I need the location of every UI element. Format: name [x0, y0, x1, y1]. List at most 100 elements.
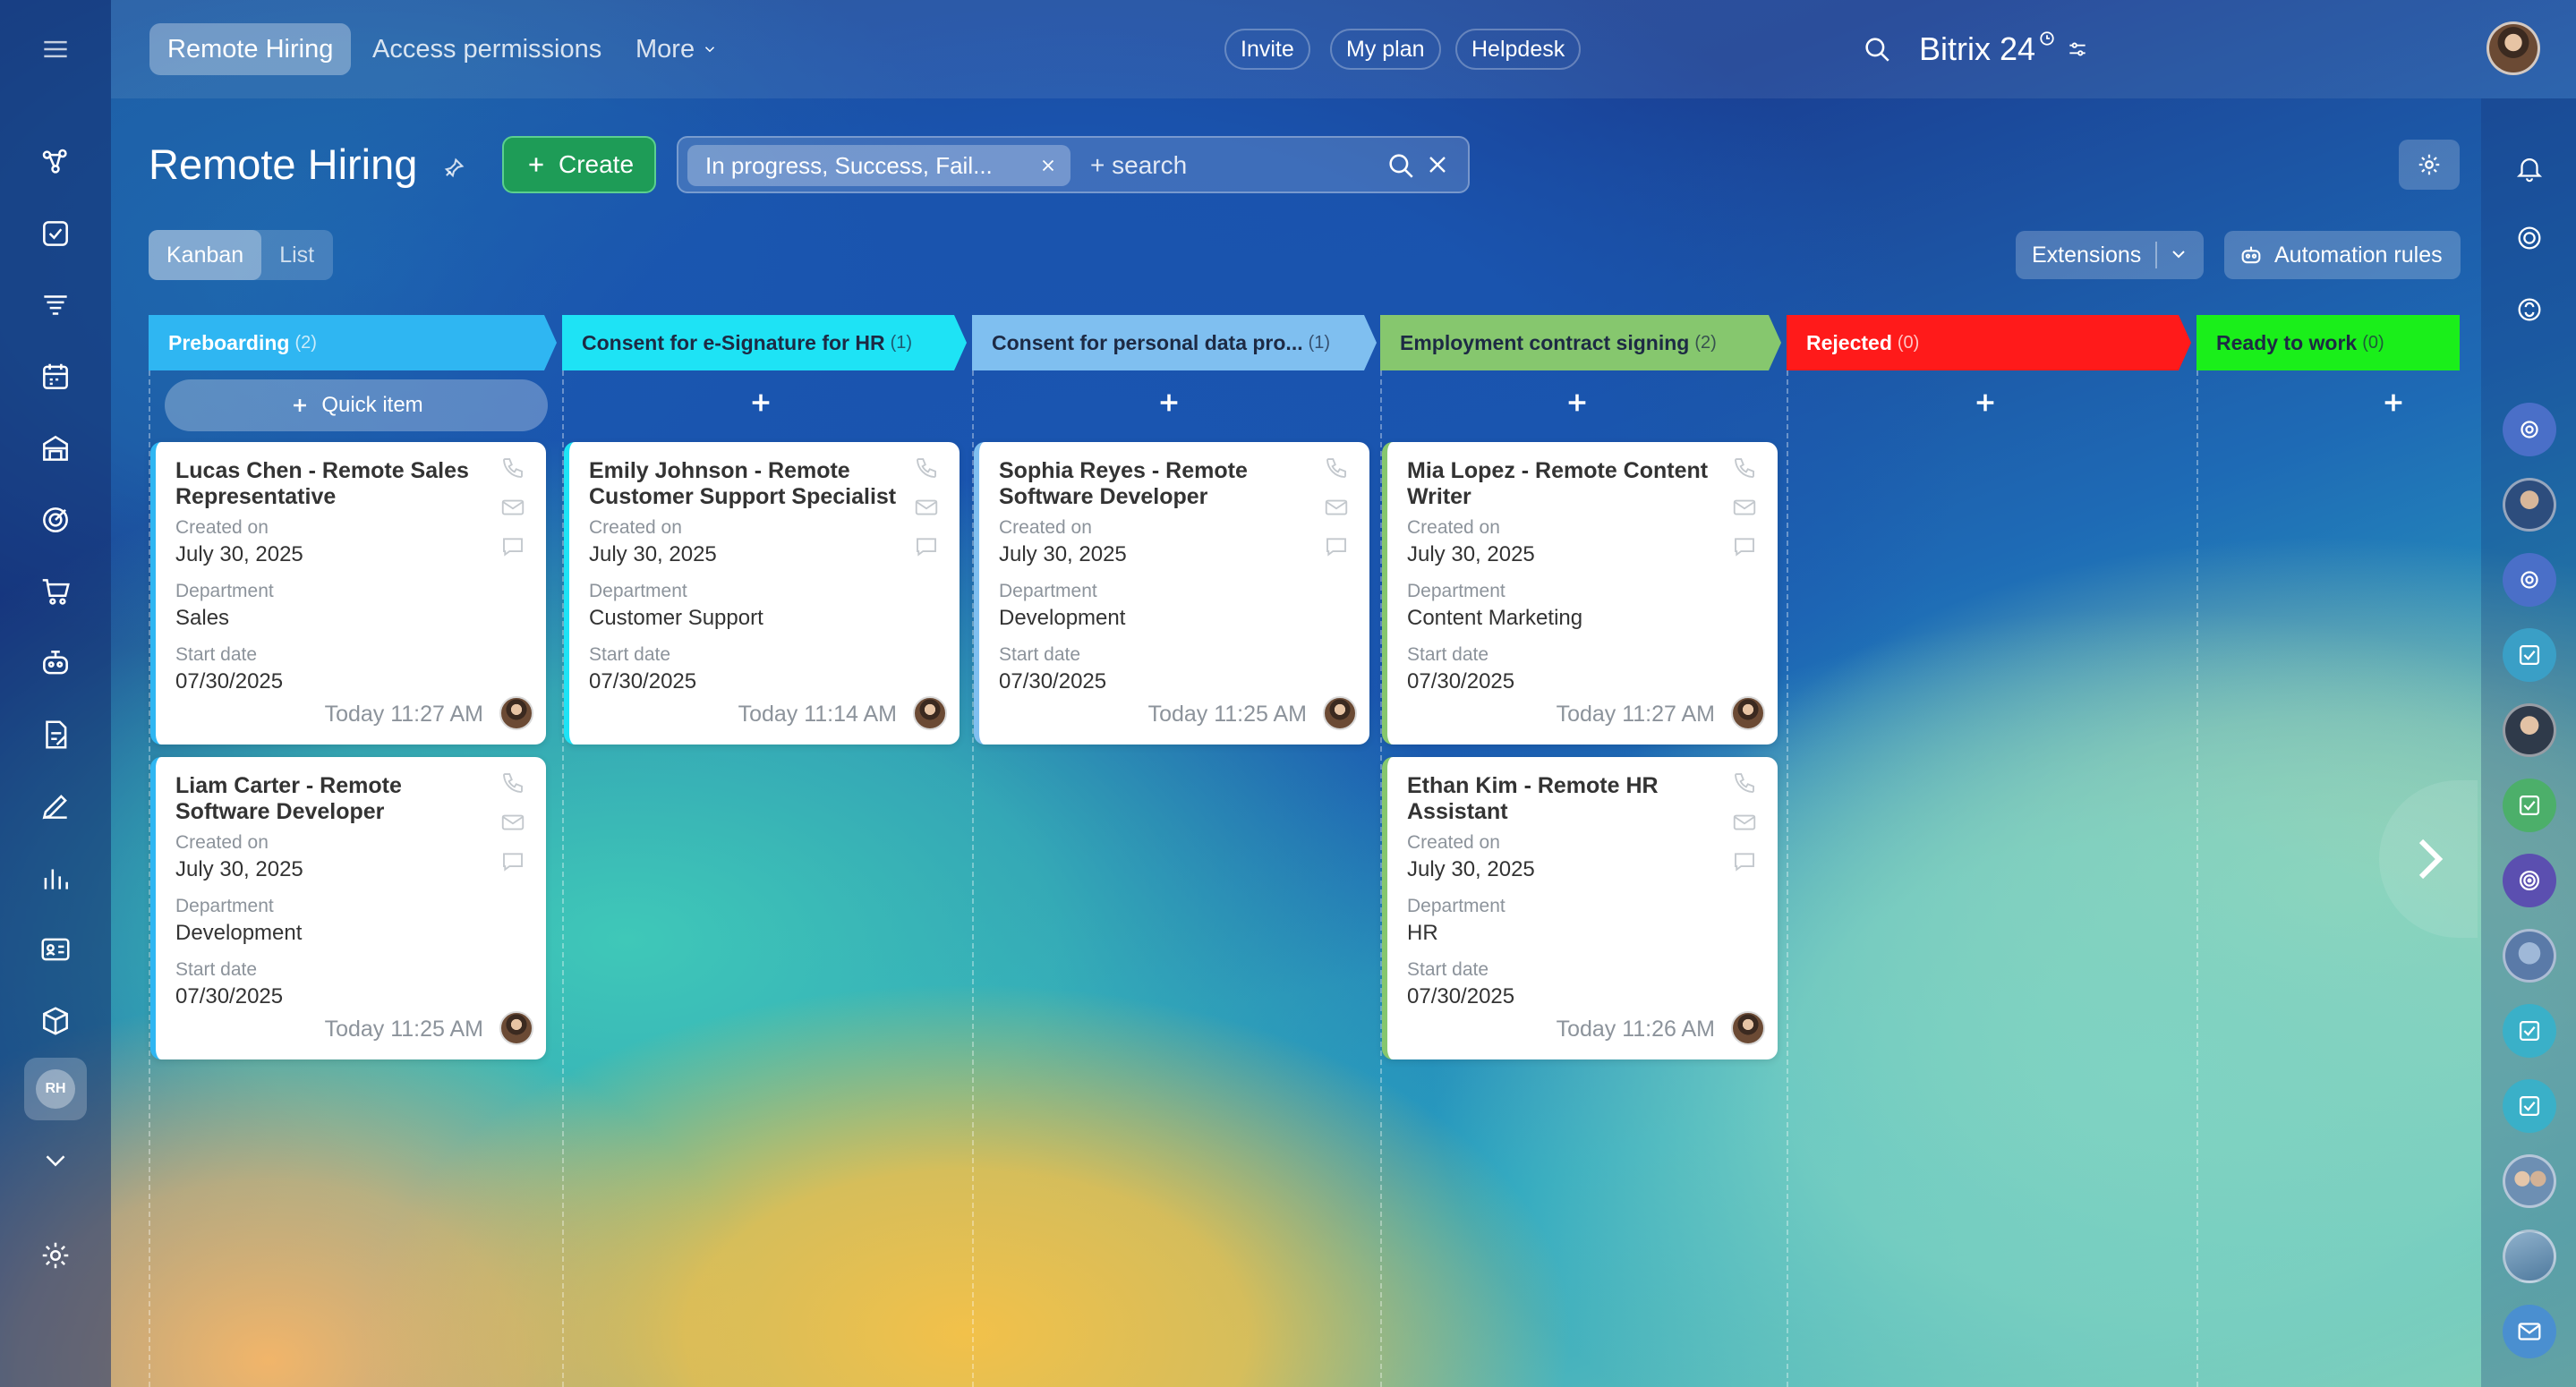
settings-button[interactable]: [2399, 140, 2460, 190]
deal-card-sophia-reyes[interactable]: Sophia Reyes - Remote Software Developer…: [974, 442, 1369, 745]
view-kanban[interactable]: Kanban: [149, 230, 262, 280]
add-item-plus-icon[interactable]: [1559, 385, 1595, 421]
automation-rules-button[interactable]: Automation rules: [2224, 231, 2461, 279]
deal-card-liam-carter[interactable]: Liam Carter - Remote Software Developer …: [150, 757, 546, 1059]
column-header-rejected[interactable]: Rejected (0): [1787, 315, 2191, 370]
task-check-icon[interactable]: [2503, 628, 2556, 682]
filter-chip[interactable]: In progress, Success, Fail...: [687, 145, 1070, 186]
view-list[interactable]: List: [261, 230, 332, 280]
email-icon[interactable]: [499, 809, 530, 839]
responsible-avatar[interactable]: [913, 696, 947, 730]
add-item-plus-icon[interactable]: [2376, 385, 2411, 421]
email-icon[interactable]: [1731, 494, 1761, 524]
chevron-down-icon[interactable]: [24, 1129, 87, 1192]
chat-icon[interactable]: [499, 533, 530, 564]
user-avatar[interactable]: [2486, 21, 2540, 75]
column-header-personal-data[interactable]: Consent for personal data pro... (1): [972, 315, 1377, 370]
chat-icon[interactable]: [1731, 533, 1761, 564]
phone-icon[interactable]: [913, 455, 943, 485]
remote-hiring-app[interactable]: RH: [24, 1058, 87, 1120]
crm-icon[interactable]: [24, 131, 87, 193]
responsible-avatar[interactable]: [1323, 696, 1357, 730]
contact-avatar[interactable]: [2503, 478, 2556, 532]
chat-icon[interactable]: [499, 848, 530, 879]
phone-icon[interactable]: [499, 455, 530, 485]
card-title[interactable]: Sophia Reyes - Remote Software Developer: [999, 458, 1312, 510]
email-icon[interactable]: [499, 494, 530, 524]
clear-search-icon[interactable]: [1423, 150, 1452, 179]
email-icon[interactable]: [1731, 809, 1761, 839]
analytics-icon[interactable]: [24, 847, 87, 909]
menu-icon[interactable]: [24, 18, 87, 81]
create-button[interactable]: Create: [502, 136, 656, 193]
tab-remote-hiring[interactable]: Remote Hiring: [149, 23, 352, 75]
tab-more[interactable]: More: [618, 23, 736, 75]
task-check-icon[interactable]: [2503, 1004, 2556, 1058]
scroll-right-arrow[interactable]: [2379, 780, 2478, 938]
responsible-avatar[interactable]: [1731, 1011, 1765, 1045]
robot-icon[interactable]: [24, 632, 87, 694]
add-item-plus-icon[interactable]: [743, 385, 779, 421]
pen-icon[interactable]: [24, 775, 87, 838]
quick-item-button[interactable]: Quick item: [165, 379, 548, 431]
contact-avatar[interactable]: [2503, 703, 2556, 757]
tab-access-permissions[interactable]: Access permissions: [354, 23, 619, 75]
contact-avatar[interactable]: [2503, 1230, 2556, 1283]
target-icon[interactable]: [24, 489, 87, 551]
mail-icon[interactable]: [2503, 1305, 2556, 1358]
settings-gear-icon[interactable]: [24, 1224, 87, 1287]
chat-bot-icon[interactable]: [2503, 403, 2556, 456]
responsible-avatar[interactable]: [1731, 696, 1765, 730]
copilot-icon[interactable]: [2503, 211, 2556, 265]
card-title[interactable]: Liam Carter - Remote Software Developer: [175, 773, 489, 825]
chevron-down-icon[interactable]: [2168, 243, 2189, 265]
card-title[interactable]: Ethan Kim - Remote HR Assistant: [1407, 773, 1720, 825]
phone-icon[interactable]: [1323, 455, 1353, 485]
calendar-icon[interactable]: [24, 345, 87, 408]
contact-avatar[interactable]: [2503, 929, 2556, 983]
fingerprint-icon[interactable]: [2503, 854, 2556, 907]
filter-search-box[interactable]: In progress, Success, Fail... + search: [677, 136, 1470, 193]
document-sign-icon[interactable]: [24, 703, 87, 766]
column-header-ready-to-work[interactable]: Ready to work (0): [2196, 315, 2460, 370]
deal-card-ethan-kim[interactable]: Ethan Kim - Remote HR Assistant Created …: [1382, 757, 1778, 1059]
column-header-preboarding[interactable]: Preboarding (2): [149, 315, 557, 370]
cart-icon[interactable]: [24, 560, 87, 623]
deal-card-emily-johnson[interactable]: Emily Johnson - Remote Customer Support …: [564, 442, 960, 745]
task-check-icon[interactable]: [2503, 1079, 2556, 1133]
phone-icon[interactable]: [1731, 455, 1761, 485]
deal-card-lucas-chen[interactable]: Lucas Chen - Remote Sales Representative…: [150, 442, 546, 745]
card-title[interactable]: Mia Lopez - Remote Content Writer: [1407, 458, 1720, 510]
search-icon[interactable]: [1860, 32, 1894, 66]
chat-icon[interactable]: [913, 533, 943, 564]
search-icon[interactable]: [1386, 150, 1416, 181]
tasks-icon[interactable]: [24, 202, 87, 265]
phone-icon[interactable]: [499, 770, 530, 800]
filter-funnel-icon[interactable]: [24, 274, 87, 336]
package-icon[interactable]: [24, 990, 87, 1052]
card-title[interactable]: Lucas Chen - Remote Sales Representative: [175, 458, 489, 510]
responsible-avatar[interactable]: [499, 1011, 533, 1045]
group-avatar[interactable]: [2503, 1154, 2556, 1208]
deal-card-mia-lopez[interactable]: Mia Lopez - Remote Content Writer Create…: [1382, 442, 1778, 745]
my-plan-button[interactable]: My plan: [1330, 29, 1441, 70]
add-item-plus-icon[interactable]: [1967, 385, 2003, 421]
column-header-contract-signing[interactable]: Employment contract signing (2): [1380, 315, 1781, 370]
phone-icon[interactable]: [1731, 770, 1761, 800]
bell-icon[interactable]: [2503, 141, 2556, 195]
email-icon[interactable]: [1323, 494, 1353, 524]
task-check-icon[interactable]: [2503, 779, 2556, 832]
pin-icon[interactable]: [441, 156, 466, 181]
responsible-avatar[interactable]: [499, 696, 533, 730]
invite-button[interactable]: Invite: [1224, 29, 1310, 70]
sync-search-icon[interactable]: [2503, 283, 2556, 336]
sliders-icon[interactable]: [2066, 38, 2089, 61]
search-input[interactable]: + search: [1072, 145, 1187, 186]
extensions-button[interactable]: Extensions: [2016, 231, 2204, 279]
chat-bot-icon[interactable]: [2503, 553, 2556, 607]
helpdesk-button[interactable]: Helpdesk: [1455, 29, 1582, 70]
chat-icon[interactable]: [1731, 848, 1761, 879]
add-item-plus-icon[interactable]: [1151, 385, 1187, 421]
chip-close-icon[interactable]: [1038, 156, 1058, 175]
email-icon[interactable]: [913, 494, 943, 524]
